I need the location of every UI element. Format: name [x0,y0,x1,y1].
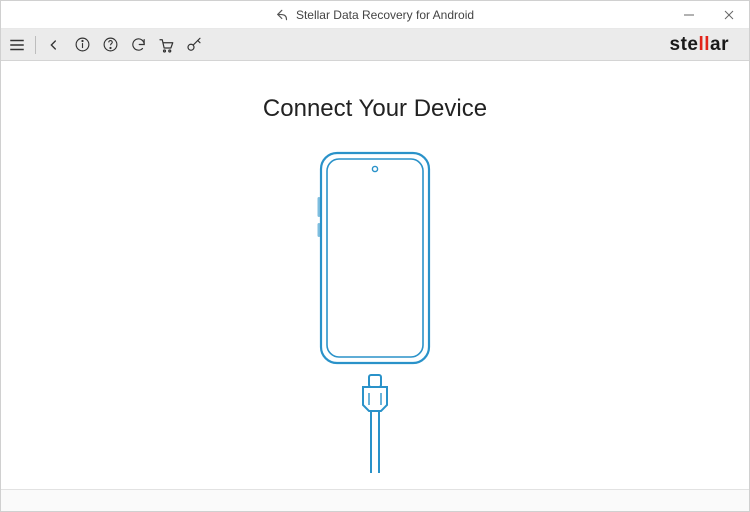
status-bar [1,489,749,511]
refresh-icon[interactable] [128,35,148,55]
page-title: Connect Your Device [263,95,487,123]
info-icon[interactable] [72,35,92,55]
close-button[interactable] [709,1,749,28]
app-window: Stellar Data Recovery for Android [0,0,750,512]
key-icon[interactable] [184,35,204,55]
cart-icon[interactable] [156,35,176,55]
brand-logo: stellar [670,34,730,56]
back-icon[interactable] [44,35,64,55]
app-title: Stellar Data Recovery for Android [296,8,474,22]
minimize-button[interactable] [669,1,709,28]
hamburger-menu-icon[interactable] [7,35,27,55]
toolbar: stellar [1,29,749,61]
window-controls [669,1,749,28]
toolbar-divider [35,36,36,54]
back-arrow-icon [276,8,290,22]
help-icon[interactable] [100,35,120,55]
title-bar: Stellar Data Recovery for Android [1,1,749,29]
title-group: Stellar Data Recovery for Android [276,8,474,22]
main-content: Connect Your Device [1,61,749,489]
device-illustration [285,147,465,477]
